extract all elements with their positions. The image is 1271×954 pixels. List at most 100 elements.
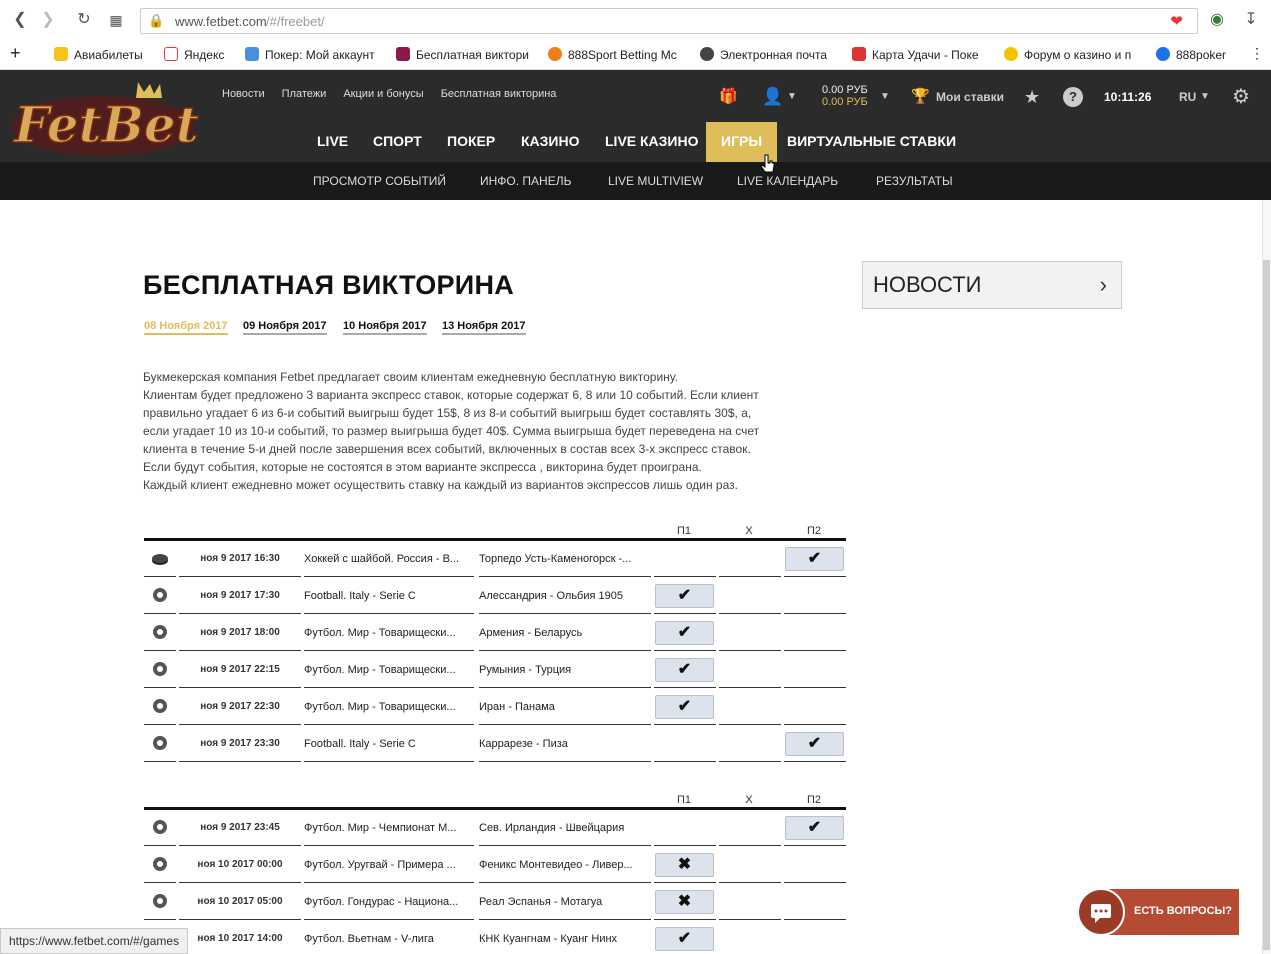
my-bets-link[interactable]: Мои ставки [936, 86, 1004, 108]
cell-p2[interactable] [784, 578, 846, 614]
scrollbar-thumb[interactable] [1263, 260, 1270, 950]
subnav-events[interactable]: ПРОСМОТР СОБЫТИЙ [313, 174, 446, 188]
bookmark[interactable]: 888poker [1156, 47, 1236, 63]
cell-x[interactable] [719, 689, 781, 725]
more-icon[interactable]: ⋮ [1250, 45, 1264, 61]
bookmark[interactable]: Электронная почта [700, 47, 833, 63]
date-tab[interactable]: 10 Ноября 2017 [343, 320, 427, 335]
chevron-down-icon[interactable]: ▼ [1200, 86, 1210, 108]
cross-icon[interactable]: ✖ [655, 890, 714, 914]
desc-line: если угадает 10 из 10-и событий, то разм… [143, 424, 760, 438]
nav-sport[interactable]: СПОРТ [358, 122, 437, 162]
forward-icon[interactable]: ❯ [38, 10, 58, 30]
checkmark-icon[interactable]: ✔ [655, 621, 714, 645]
address-bar[interactable]: 🔒 www.fetbet.com /#/freebet/ ❤ [140, 8, 1198, 34]
subnav-calendar[interactable]: LIVE КАЛЕНДАРЬ [737, 174, 838, 188]
football-icon [153, 820, 167, 834]
chat-button[interactable]: ЕСТЬ ВОПРОСЫ? [1077, 888, 1239, 936]
date-tab-active[interactable]: 08 Ноября 2017 [144, 320, 228, 335]
cell-p1[interactable]: ✔ [654, 652, 716, 688]
sport-icon-cell [144, 615, 176, 651]
cell-x[interactable] [719, 884, 781, 920]
cell-p1[interactable] [654, 810, 716, 846]
checkmark-icon[interactable]: ✔ [785, 547, 844, 571]
nav-poker[interactable]: ПОКЕР [432, 122, 510, 162]
cell-p1[interactable]: ✖ [654, 847, 716, 883]
event-date: ноя 9 2017 23:45 [179, 810, 301, 846]
top-link-promo[interactable]: Акции и бонусы [343, 88, 423, 100]
download-icon[interactable]: ↧ [1241, 10, 1261, 30]
subnav-multiview[interactable]: LIVE MULTIVIEW [608, 174, 703, 188]
nav-virtual[interactable]: ВИРТУАЛЬНЫЕ СТАВКИ [772, 122, 971, 162]
date-tab[interactable]: 09 Ноября 2017 [243, 320, 327, 335]
help-icon[interactable]: ? [1063, 87, 1083, 107]
top-link-quiz[interactable]: Бесплатная викторина [441, 88, 557, 100]
url-path: /#/freebet/ [266, 14, 325, 29]
user-icon[interactable]: 👤 [762, 86, 783, 108]
cell-x[interactable] [719, 615, 781, 651]
event-date: ноя 10 2017 00:00 [179, 847, 301, 883]
top-link-payments[interactable]: Платежи [282, 88, 327, 100]
top-link-news[interactable]: Новости [222, 88, 265, 100]
reload-icon[interactable]: ↻ [74, 10, 94, 30]
subnav-results[interactable]: РЕЗУЛЬТАТЫ [876, 174, 953, 188]
add-bookmark-icon[interactable]: + [10, 43, 21, 59]
cell-p2[interactable] [784, 652, 846, 688]
subnav-info[interactable]: ИНФО. ПАНЕЛЬ [480, 174, 571, 188]
chevron-down-icon[interactable]: ▼ [787, 86, 797, 108]
back-icon[interactable]: ❮ [10, 10, 30, 30]
checkmark-icon[interactable]: ✔ [785, 816, 844, 840]
cell-p2[interactable]: ✔ [784, 810, 846, 846]
cell-x[interactable] [719, 810, 781, 846]
cell-x[interactable] [719, 847, 781, 883]
checkmark-icon[interactable]: ✔ [785, 732, 844, 756]
bookmark[interactable]: 888Sport Betting Mc [548, 47, 681, 63]
nav-casino[interactable]: КАЗИНО [506, 122, 595, 162]
checkmark-icon[interactable]: ✔ [655, 695, 714, 719]
star-icon[interactable]: ★ [1024, 86, 1040, 108]
language-select[interactable]: RU [1179, 86, 1196, 108]
cell-x[interactable] [719, 541, 781, 577]
nav-live[interactable]: LIVE [302, 122, 363, 162]
cell-x[interactable] [719, 578, 781, 614]
cell-p1[interactable]: ✔ [654, 578, 716, 614]
cell-x[interactable] [719, 726, 781, 762]
checkmark-icon[interactable]: ✔ [655, 584, 714, 608]
cell-p1[interactable]: ✔ [654, 921, 716, 954]
cell-p2[interactable]: ✔ [784, 726, 846, 762]
cell-p2[interactable]: ✔ [784, 541, 846, 577]
cell-p1[interactable] [654, 541, 716, 577]
cell-p1[interactable]: ✔ [654, 689, 716, 725]
bookmark[interactable]: Покер: Мой аккаунт [245, 47, 378, 63]
balance[interactable]: 0.00 РУБ 0.00 РУБ [822, 84, 868, 108]
cell-x[interactable] [719, 652, 781, 688]
checkmark-icon[interactable]: ✔ [655, 927, 714, 951]
bookmark[interactable]: Авиабилеты [54, 47, 148, 63]
news-panel[interactable]: НОВОСТИ › [862, 261, 1122, 309]
cell-p1[interactable]: ✔ [654, 615, 716, 651]
bookmark[interactable]: Карта Удачи - Поке [852, 47, 985, 63]
cell-p1[interactable] [654, 726, 716, 762]
bookmark[interactable]: Форум о казино и п [1004, 47, 1137, 63]
bookmark[interactable]: Яндекс [164, 47, 230, 63]
cell-p2[interactable] [784, 615, 846, 651]
desc-line: Если будут события, которые не состоятся… [143, 460, 702, 474]
heart-icon[interactable]: ❤ [1170, 12, 1183, 30]
cell-p2[interactable] [784, 847, 846, 883]
bookmark[interactable]: Бесплатная викторина [396, 47, 529, 63]
cell-p1[interactable]: ✖ [654, 884, 716, 920]
globe-icon[interactable]: ◉ [1207, 10, 1227, 30]
cell-x[interactable] [719, 921, 781, 954]
cell-p2[interactable] [784, 689, 846, 725]
cell-p2[interactable] [784, 884, 846, 920]
checkmark-icon[interactable]: ✔ [655, 658, 714, 682]
nav-live-casino[interactable]: LIVE КАЗИНО [590, 122, 714, 162]
chevron-down-icon[interactable]: ▼ [880, 86, 890, 108]
gift-icon[interactable]: 🎁 [719, 86, 738, 108]
cell-p2[interactable] [784, 921, 846, 954]
cross-icon[interactable]: ✖ [655, 853, 714, 877]
apps-grid-icon[interactable]: ▦ [106, 10, 126, 30]
gear-icon[interactable]: ⚙ [1232, 86, 1250, 108]
event-match: Сев. Ирландия - Швейцария [479, 810, 651, 846]
date-tab[interactable]: 13 Ноября 2017 [442, 320, 526, 335]
